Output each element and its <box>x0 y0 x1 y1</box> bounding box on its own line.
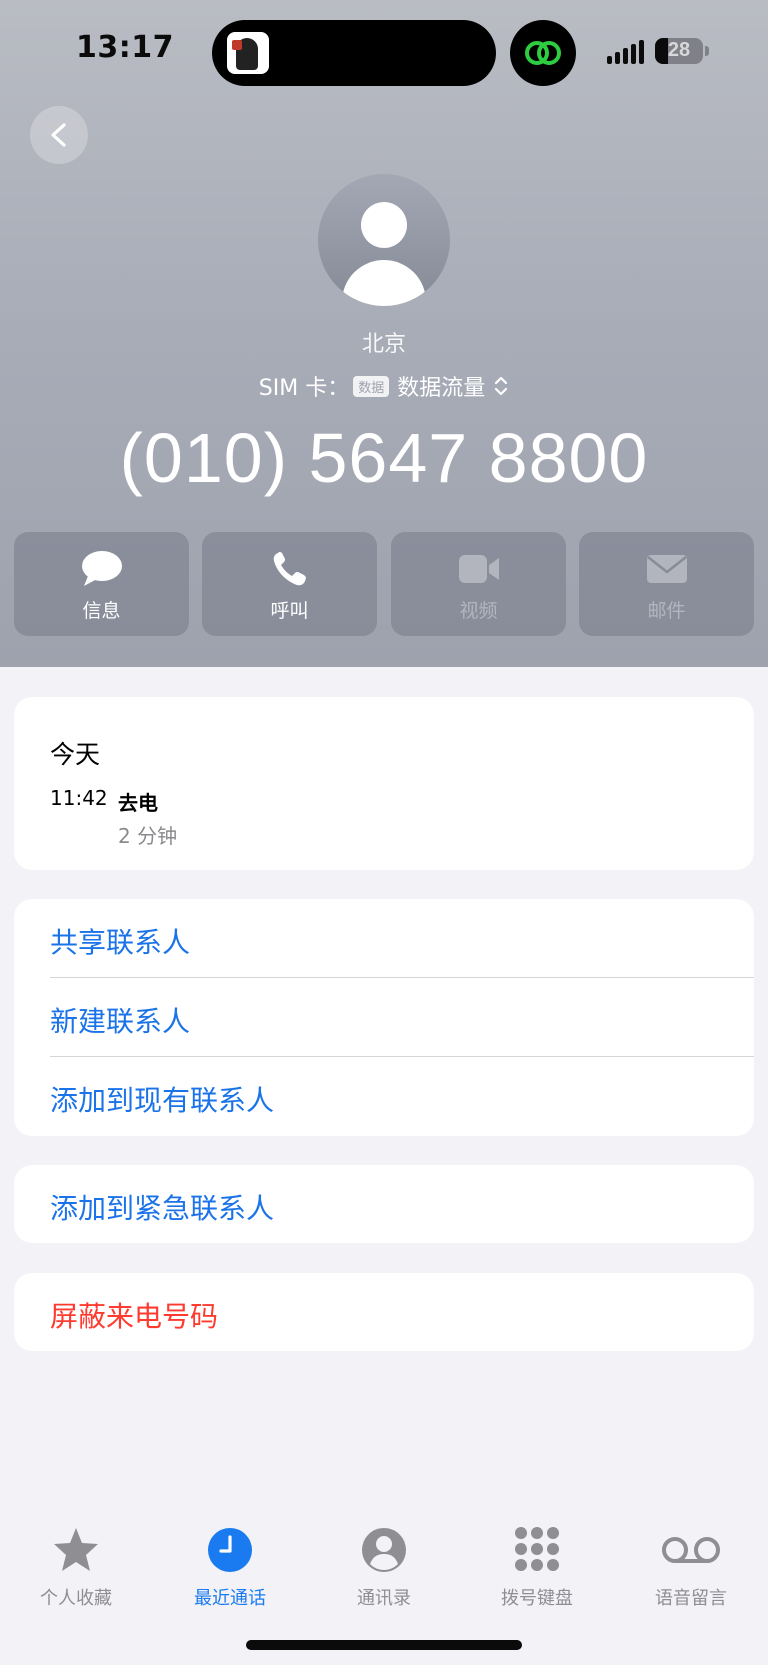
video-icon <box>458 555 499 583</box>
tab-favorites-label: 个人收藏 <box>40 1588 112 1609</box>
sim-selector[interactable]: SIM 卡： 数据 数据流量 <box>0 370 768 402</box>
clock-icon <box>208 1528 252 1572</box>
mail-icon <box>646 555 687 583</box>
status-time: 13:17 <box>76 30 174 65</box>
action-bar: 信息 呼叫 视频 邮件 <box>14 532 754 636</box>
linked-app-icon[interactable] <box>510 20 576 86</box>
sim-line: 数据流量 <box>397 376 486 401</box>
battery-tip <box>705 46 709 56</box>
battery-level: 28 <box>667 39 691 61</box>
tab-recents-label: 最近通话 <box>194 1588 266 1609</box>
mail-button: 邮件 <box>579 532 754 636</box>
tab-keypad[interactable]: 拨号键盘 <box>477 1526 597 1610</box>
chevron-left-icon <box>51 123 66 147</box>
voicemail-icon <box>662 1537 720 1563</box>
cellular-signal-icon <box>607 40 647 64</box>
message-button[interactable]: 信息 <box>14 532 189 636</box>
keypad-icon <box>515 1527 559 1571</box>
home-indicator[interactable] <box>246 1640 522 1650</box>
tab-keypad-label: 拨号键盘 <box>501 1588 573 1609</box>
tab-contacts-label: 通讯录 <box>357 1588 411 1609</box>
phone-number: (010) 5647 8800 <box>119 419 649 497</box>
contact-location: 北京 <box>361 332 406 357</box>
tab-contacts[interactable]: 通讯录 <box>324 1526 444 1610</box>
new-contact-row[interactable]: 新建联系人 <box>14 978 754 1057</box>
history-time: 11:42 <box>50 786 108 810</box>
battery-icon: 28 <box>655 38 703 64</box>
phone-icon <box>273 552 306 586</box>
back-button[interactable] <box>30 106 88 164</box>
sim-badge: 数据 <box>353 375 390 397</box>
contact-header: 13:17 28 北京 SIM 卡： 数据 数据流量 (010) 5647 88… <box>0 0 768 667</box>
video-label: 视频 <box>459 600 498 622</box>
add-emergency-contact-row[interactable]: 添加到紧急联系人 <box>14 1165 754 1243</box>
add-existing-contact-row[interactable]: 添加到现有联系人 <box>14 1057 754 1136</box>
add-emergency-contact-label: 添加到紧急联系人 <box>50 1192 275 1225</box>
mail-label: 邮件 <box>647 600 686 622</box>
message-label: 信息 <box>82 600 121 622</box>
message-icon <box>81 551 122 586</box>
new-contact-label: 新建联系人 <box>50 1005 191 1038</box>
tab-recents[interactable]: 最近通话 <box>170 1526 290 1610</box>
history-date: 今天 <box>50 740 101 769</box>
history-call-type: 去电 <box>118 791 158 815</box>
emergency-contact-card: 添加到紧急联系人 <box>14 1165 754 1243</box>
call-button[interactable]: 呼叫 <box>202 532 377 636</box>
chevron-up-down-icon <box>495 376 508 396</box>
tab-favorites[interactable]: 个人收藏 <box>16 1526 136 1610</box>
share-contact-row[interactable]: 共享联系人 <box>14 899 754 978</box>
block-caller-label: 屏蔽来电号码 <box>50 1300 219 1333</box>
history-duration: 2 分钟 <box>118 824 178 848</box>
block-caller-card: 屏蔽来电号码 <box>14 1273 754 1351</box>
video-button: 视频 <box>391 532 566 636</box>
block-caller-row[interactable]: 屏蔽来电号码 <box>14 1273 754 1351</box>
tab-voicemail-label: 语音留言 <box>655 1588 727 1609</box>
add-existing-contact-label: 添加到现有联系人 <box>50 1084 275 1117</box>
call-label: 呼叫 <box>270 600 309 622</box>
contact-options-card: 共享联系人 新建联系人 添加到现有联系人 <box>14 899 754 1136</box>
star-icon <box>54 1528 98 1571</box>
contact-avatar <box>318 174 450 306</box>
dynamic-island[interactable] <box>212 20 496 86</box>
call-history-card: 今天 11:42 去电 2 分钟 <box>14 697 754 870</box>
tab-voicemail[interactable]: 语音留言 <box>631 1526 751 1610</box>
person-circle-icon <box>362 1528 406 1572</box>
sim-prefix: SIM 卡： <box>258 376 350 401</box>
now-playing-thumbnail <box>227 32 269 74</box>
share-contact-label: 共享联系人 <box>50 926 191 959</box>
